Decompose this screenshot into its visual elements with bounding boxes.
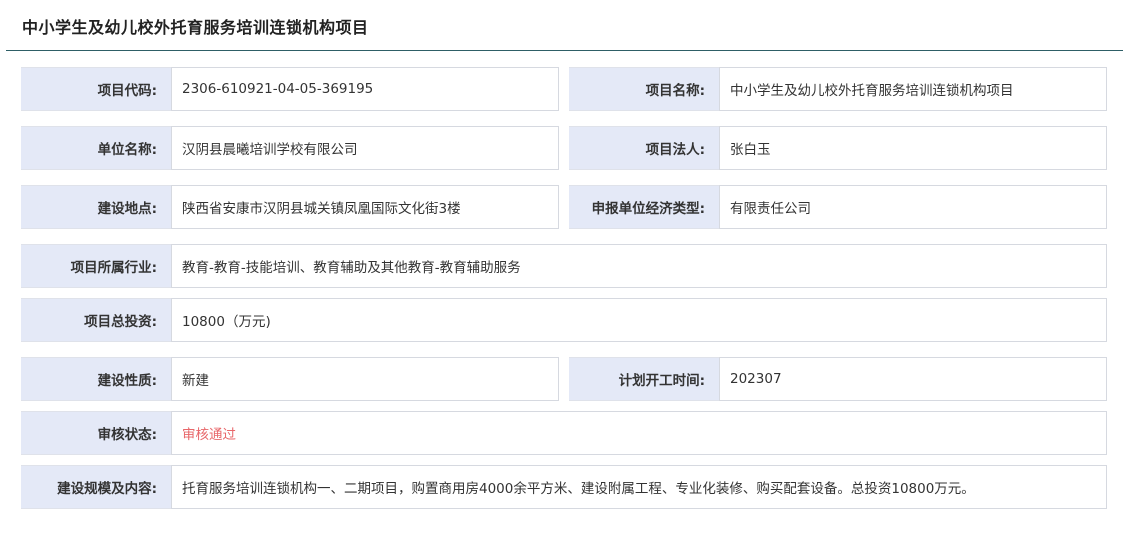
- info-row-location: 建设地点: 陕西省安康市汉阴县城关镇凤凰国际文化街3楼 申报单位经济类型: 有限…: [21, 185, 1107, 229]
- location-value: 陕西省安康市汉阴县城关镇凤凰国际文化街3楼: [171, 185, 559, 229]
- construction-type-label: 建设性质:: [21, 357, 171, 401]
- project-code-label: 项目代码:: [21, 67, 171, 111]
- info-row-project-code: 项目代码: 2306-610921-04-05-369195 项目名称: 中小学…: [21, 67, 1107, 111]
- legal-person-label: 项目法人:: [569, 126, 719, 170]
- info-row-investment: 项目总投资: 10800（万元): [21, 298, 1107, 342]
- info-row-scale: 建设规模及内容: 托育服务培训连锁机构一、二期项目，购置商用房4000余平方米、…: [21, 465, 1107, 509]
- info-row-status: 审核状态: 审核通过: [21, 411, 1107, 455]
- review-status-badge: 审核通过: [171, 411, 1107, 455]
- unit-name-value: 汉阴县晨曦培训学校有限公司: [171, 126, 559, 170]
- project-code-value: 2306-610921-04-05-369195: [171, 67, 559, 111]
- industry-label: 项目所属行业:: [21, 244, 171, 288]
- review-status-label: 审核状态:: [21, 411, 171, 455]
- start-time-value: 202307: [719, 357, 1107, 401]
- construction-type-value: 新建: [171, 357, 559, 401]
- legal-person-value: 张白玉: [719, 126, 1107, 170]
- economic-type-label: 申报单位经济类型:: [569, 185, 719, 229]
- scale-content-value: 托育服务培训连锁机构一、二期项目，购置商用房4000余平方米、建设附属工程、专业…: [171, 465, 1107, 509]
- info-row-industry: 项目所属行业: 教育-教育-技能培训、教育辅助及其他教育-教育辅助服务: [21, 244, 1107, 288]
- page-title: 中小学生及幼儿校外托育服务培训连锁机构项目: [22, 18, 369, 37]
- scale-content-label: 建设规模及内容:: [21, 465, 171, 509]
- start-time-label: 计划开工时间:: [569, 357, 719, 401]
- location-label: 建设地点:: [21, 185, 171, 229]
- info-row-unit: 单位名称: 汉阴县晨曦培训学校有限公司 项目法人: 张白玉: [21, 126, 1107, 170]
- unit-name-label: 单位名称:: [21, 126, 171, 170]
- investment-value: 10800（万元): [171, 298, 1107, 342]
- project-name-label: 项目名称:: [569, 67, 719, 111]
- page-header: 中小学生及幼儿校外托育服务培训连锁机构项目: [6, 0, 1123, 51]
- project-name-value: 中小学生及幼儿校外托育服务培训连锁机构项目: [719, 67, 1107, 111]
- economic-type-value: 有限责任公司: [719, 185, 1107, 229]
- industry-value: 教育-教育-技能培训、教育辅助及其他教育-教育辅助服务: [171, 244, 1107, 288]
- investment-label: 项目总投资:: [21, 298, 171, 342]
- info-row-construction: 建设性质: 新建 计划开工时间: 202307: [21, 357, 1107, 401]
